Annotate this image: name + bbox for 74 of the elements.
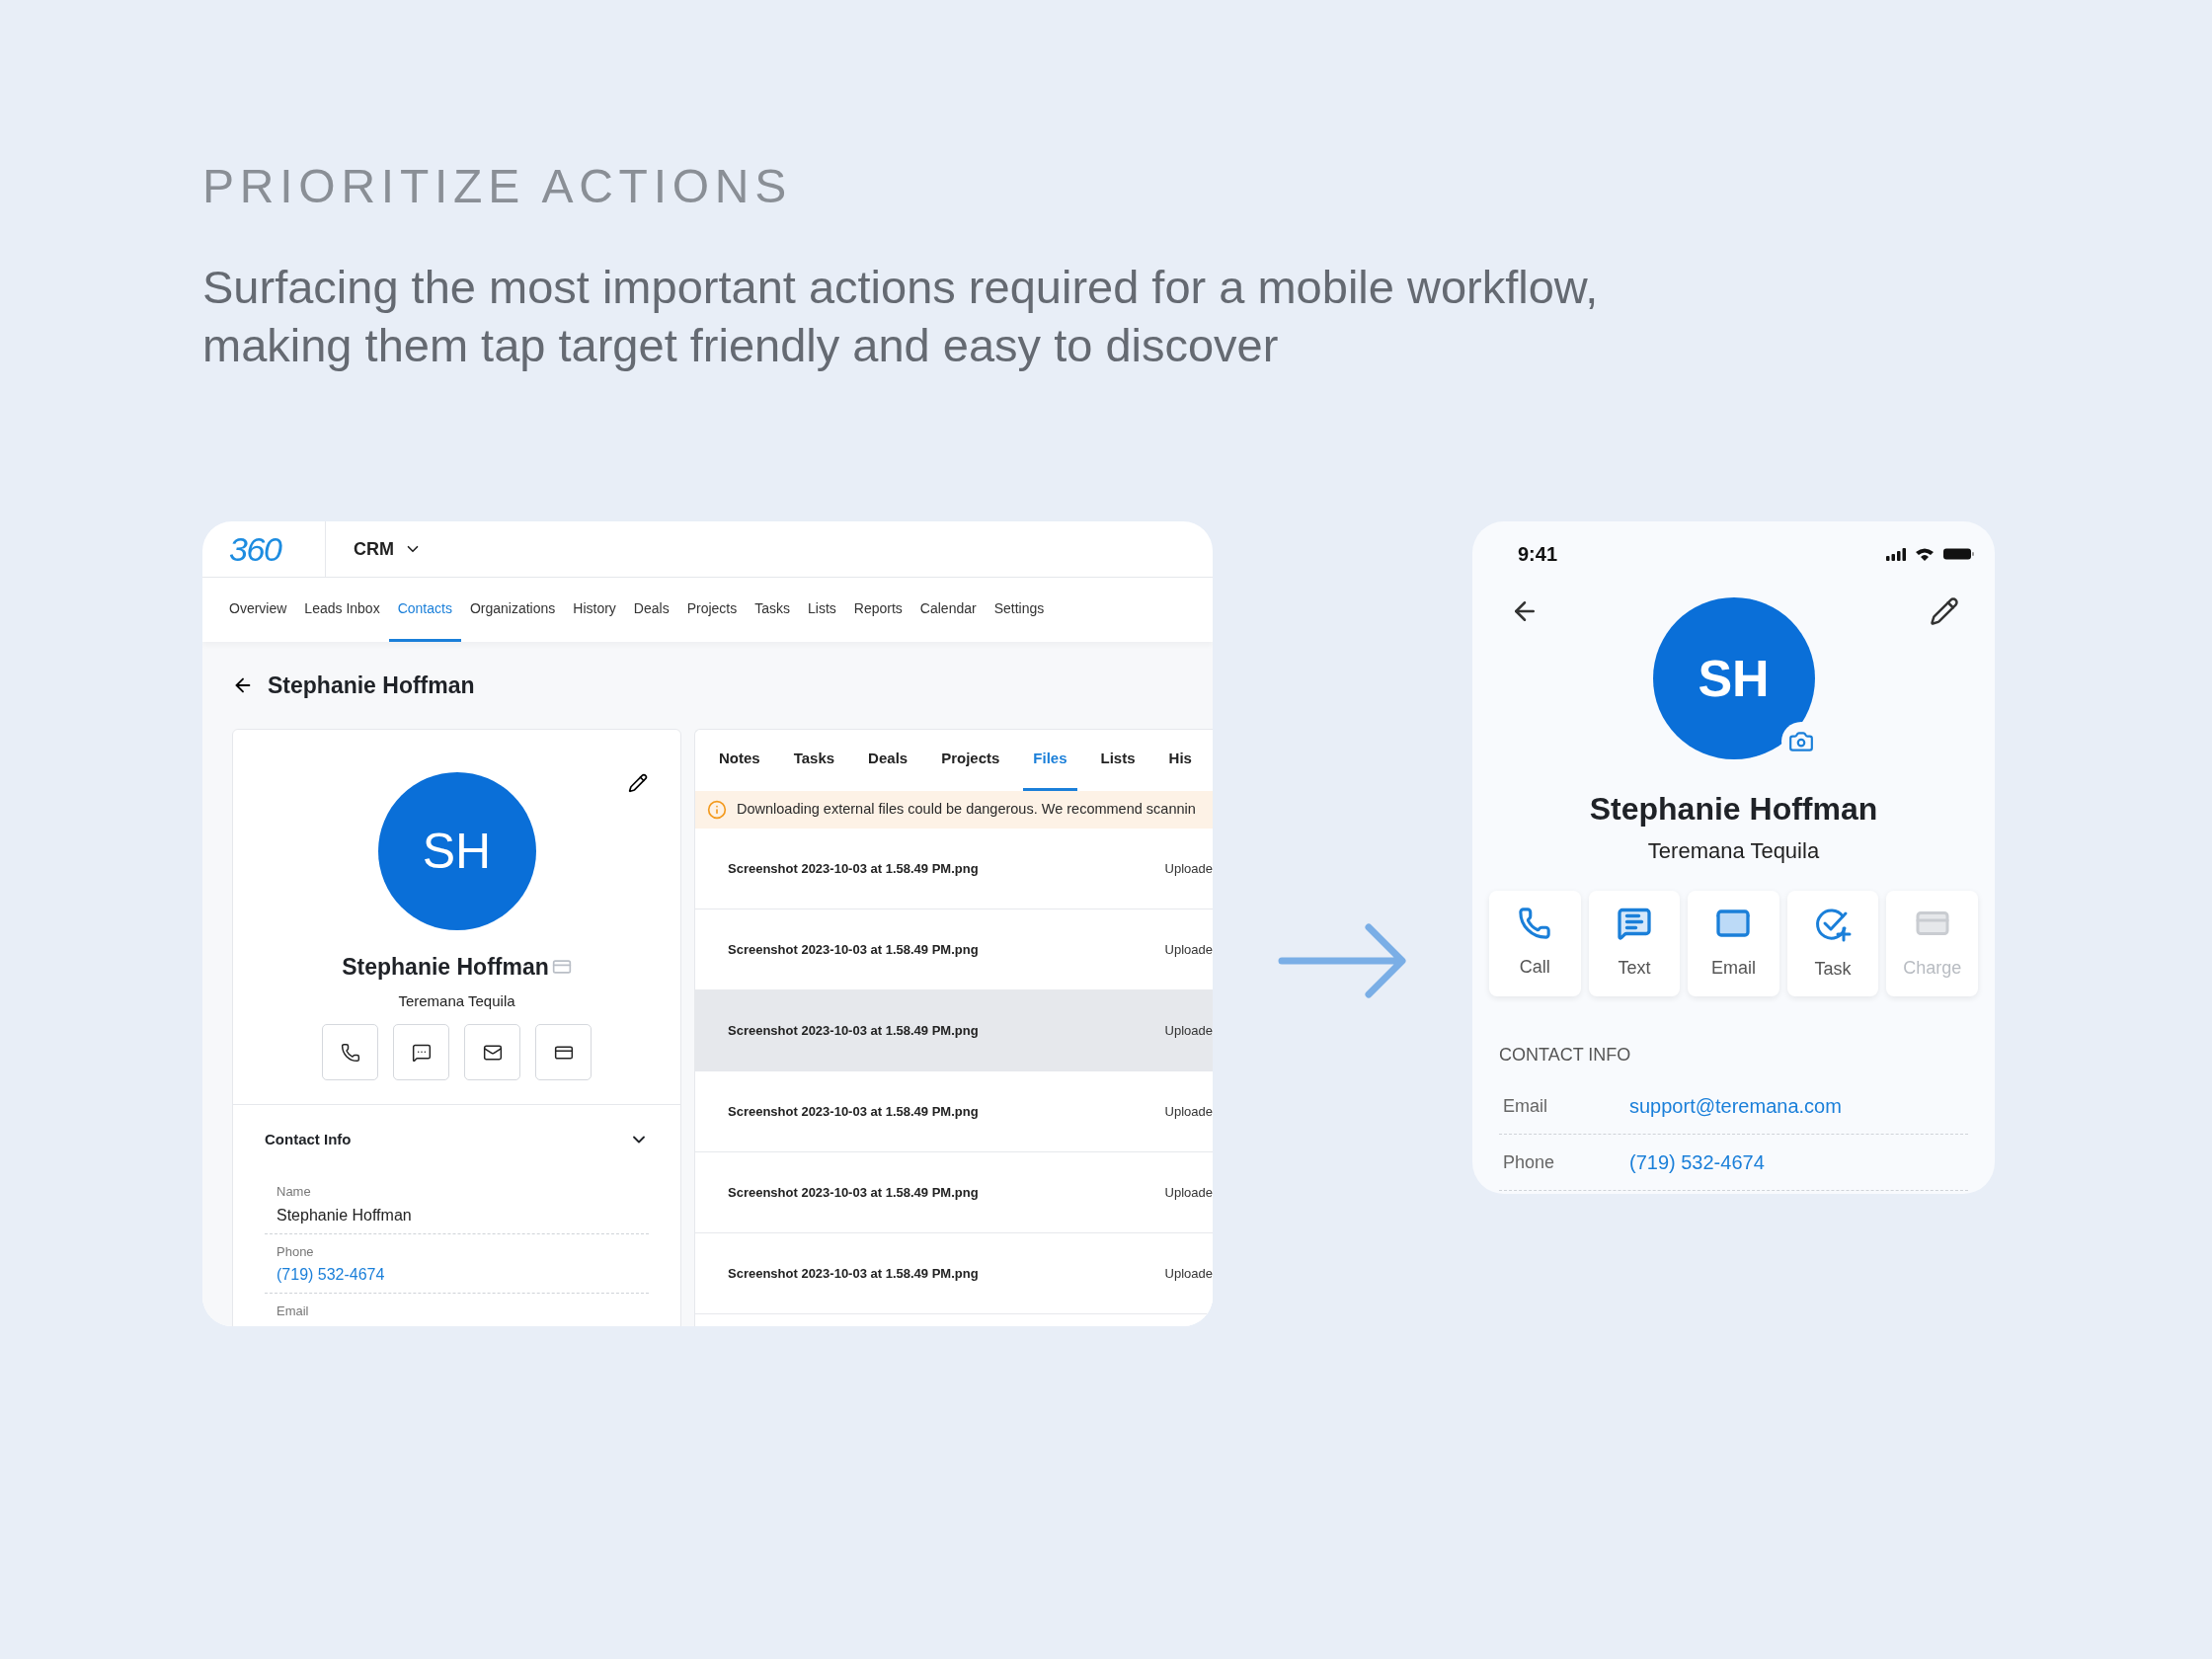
message-icon xyxy=(1616,906,1652,941)
upload-status: Uploade xyxy=(1164,1264,1213,1283)
file-name: Screenshot 2023-10-03 at 1.58.49 PM.png xyxy=(728,1021,979,1040)
file-name: Screenshot 2023-10-03 at 1.58.49 PM.png xyxy=(728,1264,979,1283)
field-label: Email xyxy=(1503,1094,1548,1118)
wifi-icon xyxy=(1916,547,1934,561)
file-name: Screenshot 2023-10-03 at 1.58.49 PM.png xyxy=(728,940,979,959)
panel-tab[interactable]: Deals xyxy=(858,730,918,791)
page-title: Stephanie Hoffman xyxy=(268,671,475,700)
phone-link[interactable]: (719) 532-4674 xyxy=(276,1263,637,1287)
avatar: SH xyxy=(377,772,536,930)
field-link[interactable]: support@teremana.com xyxy=(1629,1091,1842,1121)
field-label: Phone xyxy=(276,1242,315,1261)
nav-tab[interactable]: Organizations xyxy=(460,578,565,642)
email-action-button[interactable] xyxy=(464,1024,520,1080)
panel-tab[interactable]: Notes xyxy=(709,730,770,791)
chat-icon xyxy=(411,1042,432,1063)
contact-info-toggle[interactable]: Contact Info xyxy=(265,1105,649,1174)
phone-icon xyxy=(1518,907,1552,940)
edit-icon[interactable] xyxy=(1930,596,1959,626)
company-name: Teremana Tequila xyxy=(1647,837,1820,865)
panel-tab[interactable]: Tasks xyxy=(783,730,845,791)
app-switcher[interactable]: CRM xyxy=(326,521,422,577)
task-action-button[interactable]: Task xyxy=(1786,891,1879,996)
section-description: Surfacing the most important actions required for a mobile workflow, making them tap target friendly and easy to discover xyxy=(202,260,1600,373)
nav-tab[interactable]: Lists xyxy=(799,578,845,642)
phone-icon xyxy=(340,1042,360,1063)
warning-text: Downloading external files could be dangerous. We recommend scannin xyxy=(737,800,1196,820)
info-icon xyxy=(707,800,727,820)
right-arrow-icon xyxy=(1277,921,1408,1000)
field-label: Phone xyxy=(1503,1150,1556,1174)
file-name: Screenshot 2023-10-03 at 1.58.49 PM.png xyxy=(728,1102,979,1121)
text-action-button[interactable]: Text xyxy=(1588,891,1681,996)
nav-tab[interactable]: Projects xyxy=(677,578,747,642)
camera-icon xyxy=(1787,729,1814,754)
company-name: Teremana Tequila xyxy=(398,990,515,1011)
logo[interactable]: 360 xyxy=(229,532,281,566)
section-heading: CONTACT INFO xyxy=(1499,1044,1632,1066)
field-value: Stephanie Hoffman xyxy=(276,1205,413,1225)
contact-name: Stephanie Hoffman xyxy=(1589,790,1878,829)
nav-tab[interactable]: History xyxy=(564,578,625,642)
edit-icon[interactable] xyxy=(628,773,648,793)
call-action-button[interactable]: Call xyxy=(1489,891,1581,996)
panel-tab[interactable]: Lists xyxy=(1090,730,1146,791)
nav-tab[interactable]: Settings xyxy=(985,578,1054,642)
contact-name: Stephanie Hoffman xyxy=(342,953,549,982)
nav-tab[interactable]: Tasks xyxy=(746,578,800,642)
charge-action-button[interactable] xyxy=(535,1024,592,1080)
upload-status: Uploade xyxy=(1164,940,1213,959)
battery-icon xyxy=(1943,548,1975,560)
signal-icon xyxy=(1886,547,1906,561)
file-name: Screenshot 2023-10-03 at 1.58.49 PM.png xyxy=(728,1183,979,1202)
nav-tab[interactable]: Calendar xyxy=(910,578,986,642)
panel-tab[interactable]: Projects xyxy=(931,730,1010,791)
field-label: Name xyxy=(276,1183,312,1201)
field-link[interactable]: (719) 532-4674 xyxy=(1629,1147,1765,1177)
upload-status: Uploade xyxy=(1164,1102,1213,1121)
email-action-button[interactable]: Email xyxy=(1688,891,1779,996)
nav-tab[interactable]: Reports xyxy=(844,578,911,642)
panel-tab[interactable]: His xyxy=(1158,730,1202,791)
nav-tab[interactable]: Leads Inbox xyxy=(295,578,389,642)
avatar: SH xyxy=(1652,597,1815,759)
upload-status: Uploade xyxy=(1164,1021,1213,1040)
file-name: Screenshot 2023-10-03 at 1.58.49 PM.png xyxy=(728,859,979,878)
nav-tab[interactable]: Deals xyxy=(624,578,678,642)
status-time: 9:41 xyxy=(1518,542,1558,567)
upload-status: Uploade xyxy=(1164,1183,1213,1202)
text-action-button[interactable] xyxy=(393,1024,449,1080)
section-eyebrow: PRIORITIZE ACTIONS xyxy=(202,163,794,210)
upload-status: Uploade xyxy=(1164,859,1213,878)
field-label: Email xyxy=(276,1303,310,1320)
nav-tab[interactable]: Overview xyxy=(220,578,296,642)
call-action-button[interactable] xyxy=(322,1024,378,1080)
file-row[interactable]: Screenshot 2023-10-03 at 1.58.49 PM.png Uploade xyxy=(695,990,1213,1071)
